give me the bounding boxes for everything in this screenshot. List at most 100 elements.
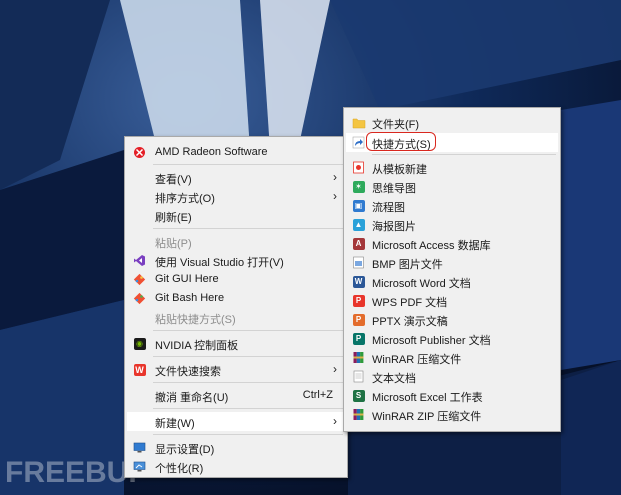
word-icon: W xyxy=(351,274,366,289)
menu-label: Microsoft Publisher 文档 xyxy=(372,335,491,347)
bmp-icon xyxy=(351,255,366,270)
menu-label: 排序方式(O) xyxy=(155,193,215,205)
separator xyxy=(153,228,343,229)
menu-label: 文件快速搜索 xyxy=(155,366,221,378)
separator xyxy=(153,356,343,357)
menu-label: Git Bash Here xyxy=(155,292,225,304)
separator xyxy=(372,154,556,155)
submenu-item-mindmap[interactable]: ✶ 思维导图 xyxy=(346,177,558,196)
submenu-item-poster[interactable]: ▲ 海报图片 xyxy=(346,215,558,234)
submenu-item-text-document[interactable]: 文本文档 xyxy=(346,367,558,386)
submenu-item-bmp[interactable]: BMP 图片文件 xyxy=(346,253,558,272)
menu-item-nvidia[interactable]: ◉ NVIDIA 控制面板 xyxy=(127,334,345,353)
submenu-item-folder[interactable]: 文件夹(F) xyxy=(346,113,558,132)
menu-label: 从模板新建 xyxy=(372,164,427,176)
menu-label: Git GUI Here xyxy=(155,273,219,285)
menu-item-amd-radeon[interactable]: AMD Radeon Software xyxy=(127,143,345,162)
menu-label: NVIDIA 控制面板 xyxy=(155,340,239,352)
menu-label: 撤消 重命名(U) xyxy=(155,392,229,404)
menu-label: WinRAR 压缩文件 xyxy=(372,354,462,366)
chevron-right-icon: › xyxy=(333,414,337,428)
mindmap-icon: ✶ xyxy=(351,179,366,194)
access-icon: A xyxy=(351,236,366,251)
submenu-item-winrar-zip[interactable]: WinRAR ZIP 压缩文件 xyxy=(346,405,558,424)
shortcut-text: Ctrl+Z xyxy=(302,389,333,401)
submenu-item-wps-pdf[interactable]: P WPS PDF 文档 xyxy=(346,291,558,310)
personalize-icon xyxy=(132,459,147,474)
menu-label: 使用 Visual Studio 打开(V) xyxy=(155,257,284,269)
menu-item-paste: 粘贴(P) xyxy=(127,232,345,251)
submenu-item-winrar[interactable]: WinRAR 压缩文件 xyxy=(346,348,558,367)
folder-icon xyxy=(351,115,366,130)
menu-item-paste-shortcut: 粘贴快捷方式(S) xyxy=(127,308,345,327)
menu-label: 个性化(R) xyxy=(155,463,204,475)
menu-label: Microsoft Excel 工作表 xyxy=(372,392,483,404)
submenu-item-excel[interactable]: S Microsoft Excel 工作表 xyxy=(346,386,558,405)
menu-label: 文本文档 xyxy=(372,373,416,385)
submenu-item-from-template[interactable]: 从模板新建 xyxy=(346,158,558,177)
separator xyxy=(153,164,343,165)
menu-label: Microsoft Access 数据库 xyxy=(372,240,491,252)
text-icon xyxy=(351,369,366,384)
menu-label: 刷新(E) xyxy=(155,212,192,224)
winrar-icon xyxy=(351,350,366,365)
submenu-item-word[interactable]: W Microsoft Word 文档 xyxy=(346,272,558,291)
menu-label: 文件夹(F) xyxy=(372,119,420,131)
menu-label: Microsoft Word 文档 xyxy=(372,278,471,290)
shortcut-icon xyxy=(351,135,366,150)
menu-label: PPTX 演示文稿 xyxy=(372,316,448,328)
menu-label: BMP 图片文件 xyxy=(372,259,443,271)
submenu-item-publisher[interactable]: P Microsoft Publisher 文档 xyxy=(346,329,558,348)
highlight-annotation xyxy=(366,132,436,151)
new-submenu: 文件夹(F) 快捷方式(S) 从模板新建 ✶ 思维导图 ▣ 流程图 ▲ 海报图片… xyxy=(343,107,561,432)
menu-label: 思维导图 xyxy=(372,183,416,195)
git-gui-icon xyxy=(132,272,147,287)
menu-item-refresh[interactable]: 刷新(E) xyxy=(127,206,345,225)
amd-icon xyxy=(132,145,147,160)
menu-item-display-settings[interactable]: 显示设置(D) xyxy=(127,438,345,457)
nvidia-icon: ◉ xyxy=(132,336,147,351)
menu-item-undo-rename[interactable]: 撤消 重命名(U) Ctrl+Z xyxy=(127,386,345,405)
separator xyxy=(153,434,343,435)
wps-search-icon: W xyxy=(133,363,146,376)
display-icon xyxy=(132,440,147,455)
menu-item-new[interactable]: 新建(W) › xyxy=(127,412,345,431)
separator xyxy=(153,330,343,331)
menu-label: WinRAR ZIP 压缩文件 xyxy=(372,411,482,423)
menu-label: AMD Radeon Software xyxy=(155,146,268,158)
submenu-item-flowchart[interactable]: ▣ 流程图 xyxy=(346,196,558,215)
menu-item-open-visual-studio[interactable]: 使用 Visual Studio 打开(V) xyxy=(127,251,345,270)
menu-item-file-search[interactable]: W 文件快速搜索 › xyxy=(127,360,345,379)
pdf-icon: P xyxy=(351,293,366,308)
template-icon xyxy=(351,160,366,175)
excel-icon: S xyxy=(351,388,366,403)
winrar-zip-icon xyxy=(351,407,366,422)
menu-label: 查看(V) xyxy=(155,174,192,186)
menu-label: 流程图 xyxy=(372,202,405,214)
visual-studio-icon xyxy=(132,253,147,268)
menu-label: 海报图片 xyxy=(372,221,416,233)
menu-label: 粘贴(P) xyxy=(155,238,192,250)
submenu-item-access[interactable]: A Microsoft Access 数据库 xyxy=(346,234,558,253)
menu-item-git-gui[interactable]: Git GUI Here xyxy=(127,270,345,289)
menu-item-personalize[interactable]: 个性化(R) xyxy=(127,457,345,476)
menu-label: 显示设置(D) xyxy=(155,444,215,456)
menu-label: WPS PDF 文档 xyxy=(372,297,448,309)
chevron-right-icon: › xyxy=(333,189,337,203)
pptx-icon: P xyxy=(351,312,366,327)
poster-icon: ▲ xyxy=(351,217,366,232)
submenu-item-pptx[interactable]: P PPTX 演示文稿 xyxy=(346,310,558,329)
separator xyxy=(153,382,343,383)
desktop-context-menu: AMD Radeon Software 查看(V) › 排序方式(O) › 刷新… xyxy=(124,136,348,478)
menu-label: 新建(W) xyxy=(155,418,195,430)
menu-item-view[interactable]: 查看(V) › xyxy=(127,168,345,187)
publisher-icon: P xyxy=(351,331,366,346)
menu-label: 粘贴快捷方式(S) xyxy=(155,314,236,326)
submenu-item-shortcut[interactable]: 快捷方式(S) xyxy=(346,132,558,152)
chevron-right-icon: › xyxy=(333,362,337,376)
flowchart-icon: ▣ xyxy=(351,198,366,213)
menu-item-sort[interactable]: 排序方式(O) › xyxy=(127,187,345,206)
menu-item-git-bash[interactable]: Git Bash Here xyxy=(127,289,345,308)
chevron-right-icon: › xyxy=(333,170,337,184)
separator xyxy=(153,408,343,409)
